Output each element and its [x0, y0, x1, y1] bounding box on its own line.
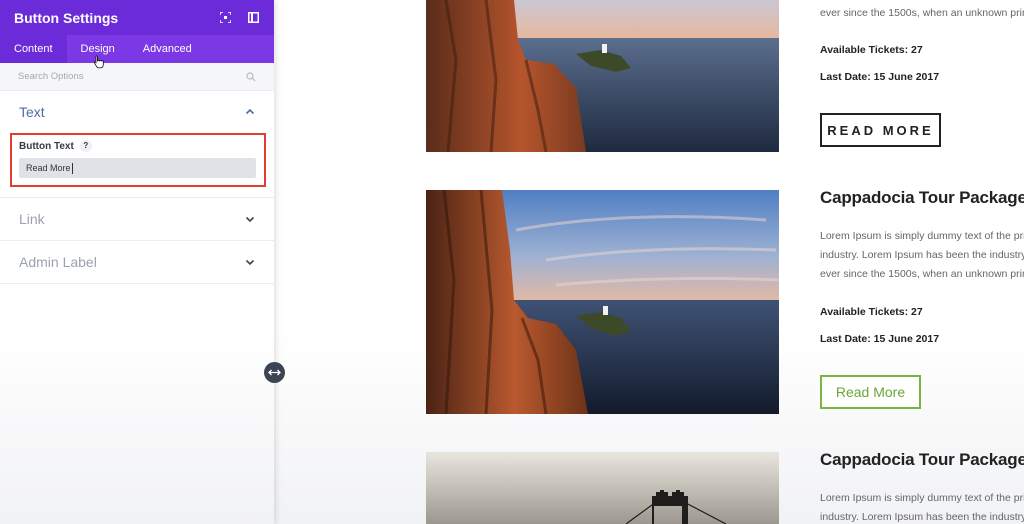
- button-text-field-highlight: Button Text ? Read More: [10, 133, 266, 187]
- button-text-input[interactable]: Read More: [19, 158, 256, 178]
- tab-advanced[interactable]: Advanced: [129, 35, 206, 63]
- button-text-label: Button Text ?: [19, 138, 256, 154]
- resize-handle[interactable]: [264, 362, 285, 383]
- post-1-tickets: Available Tickets: 27: [820, 44, 923, 56]
- section-text-title: Text: [19, 104, 45, 120]
- section-text-header[interactable]: Text: [0, 91, 274, 133]
- post-2-excerpt-line-1: Lorem Ipsum is simply dummy text of the …: [820, 230, 1024, 242]
- tab-content[interactable]: Content: [0, 35, 67, 63]
- section-admin-label-header[interactable]: Admin Label: [0, 241, 274, 283]
- post-1-read-more-button[interactable]: READ MORE: [820, 113, 941, 147]
- post-3-title[interactable]: Cappadocia Tour Package 8 Nights: [820, 450, 1024, 470]
- post-2-read-more-button[interactable]: Read More: [820, 375, 921, 409]
- expand-icon[interactable]: [218, 11, 232, 25]
- tab-bar: Content Design Advanced: [0, 35, 274, 63]
- chevron-down-icon: [245, 216, 255, 223]
- post-image-2: [426, 190, 779, 414]
- cursor-icon: [94, 55, 104, 69]
- panel-header: Button Settings: [0, 0, 274, 35]
- post-1-date: Last Date: 15 June 2017: [820, 71, 940, 83]
- section-link-title: Link: [19, 211, 45, 227]
- post-2-tickets: Available Tickets: 27: [820, 306, 923, 318]
- help-icon[interactable]: ?: [79, 140, 92, 152]
- page-preview: ever since the 1500s, when an unknown pr…: [274, 0, 1024, 524]
- button-text-label-text: Button Text: [19, 140, 74, 152]
- post-image-1: [426, 0, 779, 152]
- section-link-header[interactable]: Link: [0, 198, 274, 240]
- post-1-excerpt-line: ever since the 1500s, when an unknown pr…: [820, 7, 1024, 19]
- text-caret: [71, 162, 73, 174]
- section-link: Link: [0, 198, 274, 241]
- post-3-excerpt-line-2: industry. Lorem Ipsum has been the indus…: [820, 511, 1024, 523]
- search-icon: [246, 71, 256, 81]
- resize-icon: [268, 369, 281, 376]
- panel-title: Button Settings: [14, 9, 119, 26]
- settings-panel: Button Settings Content Design Advanced …: [0, 0, 274, 524]
- search-options[interactable]: Search Options: [0, 63, 274, 91]
- post-image-3: [426, 452, 779, 524]
- chevron-down-icon: [245, 259, 255, 266]
- chevron-up-icon: [245, 108, 255, 115]
- section-text: Text Button Text ? Read More: [0, 91, 274, 198]
- button-text-value: Read More: [26, 163, 71, 173]
- post-2-excerpt-line-3: ever since the 1500s, when an unknown pr…: [820, 268, 1024, 280]
- section-admin-label-title: Admin Label: [19, 254, 97, 270]
- post-3-excerpt-line-1: Lorem Ipsum is simply dummy text of the …: [820, 492, 1024, 504]
- sidebar-icon[interactable]: [246, 11, 260, 25]
- post-2-title[interactable]: Cappadocia Tour Package 8 Nights: [820, 188, 1024, 208]
- post-2-excerpt-line-2: industry. Lorem Ipsum has been the indus…: [820, 249, 1024, 261]
- section-admin-label: Admin Label: [0, 241, 274, 284]
- search-input[interactable]: Search Options: [18, 71, 246, 82]
- post-2-date: Last Date: 15 June 2017: [820, 333, 940, 345]
